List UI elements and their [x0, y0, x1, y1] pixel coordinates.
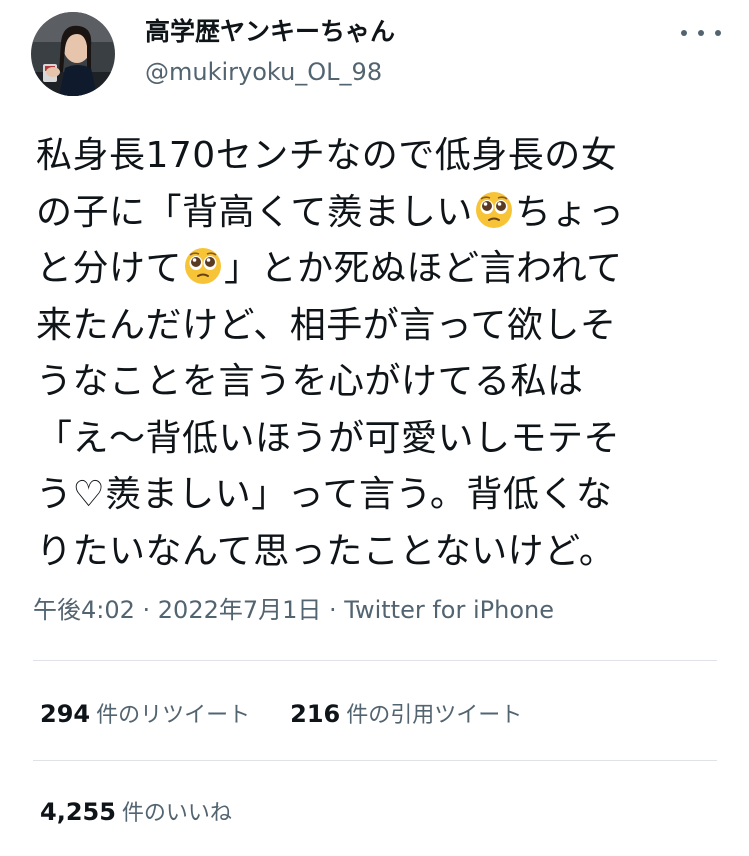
tweet-line: の子に「背高くて羨ましい ちょっ	[36, 185, 726, 242]
tweet-line-text: う♡羨ましい」って言う。背低くな	[36, 474, 613, 515]
tweet-line: 私身長170センチなので低身長の女	[36, 128, 726, 185]
tweet-line-text: 「え〜背低いほうが可愛いしモテそ	[36, 417, 621, 459]
tweet-line: 「え〜背低いほうが可愛いしモテそ	[36, 411, 726, 468]
avatar[interactable]	[31, 12, 115, 96]
tweet-line: う♡羨ましい」って言う。背低くな	[36, 467, 726, 524]
tweet-text: 私身長170センチなので低身長の女 の子に「背高くて羨ましい ちょっ と分けて 」と…	[36, 128, 726, 580]
quote-tweets-count: 216	[290, 700, 341, 728]
divider	[33, 760, 717, 761]
avatar-photo	[31, 12, 115, 96]
retweets-count: 294	[40, 700, 91, 728]
divider	[33, 660, 717, 661]
likes-label: 件のいいね	[121, 801, 232, 826]
display-name[interactable]: 高学歴ヤンキーちゃん	[145, 16, 395, 48]
user-handle[interactable]: @mukiryoku_OL_98	[145, 56, 382, 88]
tweet-line-text: と分けて	[36, 248, 183, 289]
retweets-stat[interactable]: 294 件のリツイート	[40, 697, 250, 729]
tweet-line-text: 来たんだけど、相手が言って欲しそ	[36, 304, 617, 346]
retweets-label: 件のリツイート	[96, 703, 251, 728]
tweet-line-text: 私身長170センチなので低身長の女	[36, 135, 618, 176]
likes-stats-row: 4,255 件のいいね	[40, 793, 232, 829]
more-dot-icon	[715, 30, 721, 36]
tweet-timestamp[interactable]: 午後4:02 · 2022年7月1日 · Twitter for iPhone	[33, 592, 554, 628]
tweet-line-text: うなことを言うを心がけてる私は	[36, 361, 584, 402]
tweet-line-text: ちょっ	[514, 191, 625, 233]
tweet-line: うなことを言うを心がけてる私は	[36, 354, 726, 411]
quote-tweets-label: 件の引用ツイート	[346, 703, 523, 728]
more-options-button[interactable]	[681, 18, 721, 48]
likes-stat[interactable]: 4,255 件のいいね	[40, 795, 232, 827]
more-dot-icon	[698, 30, 704, 36]
tweet-line: りたいなんて思ったことないけど。	[36, 524, 726, 581]
pleading-face-emoji-icon	[183, 246, 223, 286]
tweet-line: と分けて 」とか死ぬほど言われて	[36, 241, 726, 298]
tweet-line-text: りたいなんて思ったことないけど。	[36, 530, 616, 572]
tweet-line-text: の子に「背高くて羨ましい	[36, 191, 473, 233]
engagement-stats-row: 294 件のリツイート 216 件の引用ツイート	[40, 695, 522, 731]
quote-tweets-stat[interactable]: 216 件の引用ツイート	[290, 697, 522, 729]
more-dot-icon	[681, 30, 687, 36]
tweet-line-text: 」とか死ぬほど言われて	[224, 248, 623, 289]
tweet-line: 来たんだけど、相手が言って欲しそ	[36, 298, 726, 355]
likes-count: 4,255	[40, 798, 116, 826]
pleading-face-emoji-icon	[474, 190, 514, 230]
